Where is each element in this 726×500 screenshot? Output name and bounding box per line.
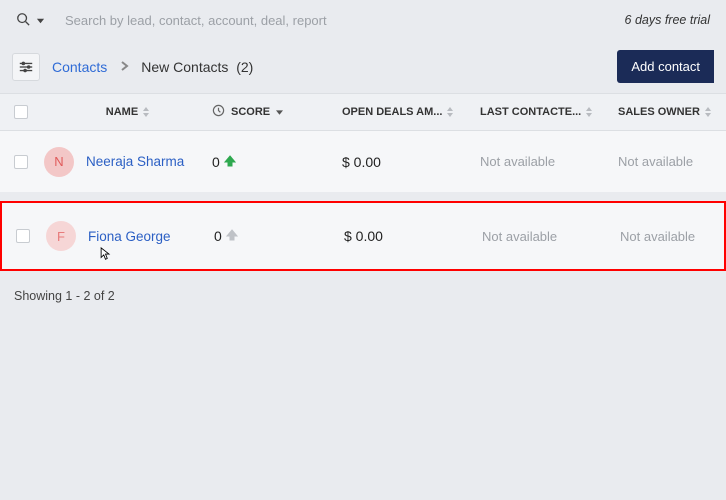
table-row[interactable]: NNeeraja Sharma0$ 0.00Not availableNot a… bbox=[0, 131, 726, 193]
sort-icon bbox=[446, 107, 454, 117]
pagination-summary: Showing 1 - 2 of 2 bbox=[0, 277, 726, 315]
open-deals-amount: $ 0.00 bbox=[344, 228, 482, 244]
last-contacted: Not available bbox=[482, 229, 610, 244]
breadcrumb-count: (2) bbox=[236, 59, 253, 75]
column-sales-owner[interactable]: SALES OWNER bbox=[608, 106, 726, 118]
sort-icon bbox=[704, 107, 712, 117]
column-name[interactable]: NAME bbox=[44, 106, 212, 118]
trial-text: 6 days free trial bbox=[625, 13, 710, 27]
column-score-label: SCORE bbox=[231, 106, 270, 118]
search-area[interactable]: Search by lead, contact, account, deal, … bbox=[16, 12, 327, 29]
row-checkbox[interactable] bbox=[16, 229, 30, 243]
table-row[interactable]: FFiona George0$ 0.00Not availableNot ava… bbox=[0, 201, 726, 271]
sales-owner: Not available bbox=[610, 229, 724, 244]
score-cell: 0 bbox=[214, 228, 344, 244]
select-all-checkbox[interactable] bbox=[14, 105, 28, 119]
sort-icon bbox=[585, 107, 593, 117]
last-contacted: Not available bbox=[480, 154, 608, 169]
header-checkbox-cell bbox=[14, 105, 44, 119]
avatar: N bbox=[44, 147, 74, 177]
breadcrumb-contacts-link[interactable]: Contacts bbox=[52, 59, 107, 75]
breadcrumb-row: Contacts New Contacts (2) Add contact bbox=[0, 40, 726, 93]
score-circle-icon bbox=[212, 104, 225, 120]
name-cell: F Fiona George bbox=[46, 221, 214, 251]
avatar: F bbox=[46, 221, 76, 251]
column-name-label: NAME bbox=[106, 106, 138, 118]
column-deals-label: OPEN DEALS AM... bbox=[342, 106, 442, 118]
search-icon bbox=[16, 12, 30, 29]
breadcrumb-current-label: New Contacts bbox=[141, 59, 228, 75]
score-value: 0 bbox=[214, 228, 222, 244]
search-placeholder: Search by lead, contact, account, deal, … bbox=[65, 13, 327, 28]
column-last-label: LAST CONTACTE... bbox=[480, 106, 581, 118]
arrow-up-icon bbox=[224, 154, 236, 170]
table-rows: NNeeraja Sharma0$ 0.00Not availableNot a… bbox=[0, 131, 726, 271]
row-checkbox[interactable] bbox=[14, 155, 28, 169]
column-score[interactable]: SCORE bbox=[212, 104, 342, 120]
caret-down-icon bbox=[36, 13, 45, 28]
score-value: 0 bbox=[212, 154, 220, 170]
arrow-up-icon bbox=[226, 228, 238, 244]
contact-name-link[interactable]: Fiona George bbox=[88, 229, 171, 244]
row-checkbox-cell bbox=[16, 229, 46, 243]
breadcrumb-current: New Contacts (2) bbox=[141, 59, 253, 75]
caret-down-icon bbox=[276, 106, 283, 118]
sort-icon bbox=[142, 107, 150, 117]
name-cell: N Neeraja Sharma bbox=[44, 147, 212, 177]
top-bar: Search by lead, contact, account, deal, … bbox=[0, 0, 726, 40]
column-owner-label: SALES OWNER bbox=[618, 106, 700, 118]
add-contact-button[interactable]: Add contact bbox=[617, 50, 714, 83]
table-header: NAME SCORE OPEN DEALS AM... LAST CONTACT… bbox=[0, 93, 726, 131]
sales-owner: Not available bbox=[608, 154, 726, 169]
score-cell: 0 bbox=[212, 154, 342, 170]
open-deals-amount: $ 0.00 bbox=[342, 154, 480, 170]
filter-toggle-button[interactable] bbox=[12, 53, 40, 81]
column-last-contacted[interactable]: LAST CONTACTE... bbox=[480, 106, 608, 118]
contact-name-link[interactable]: Neeraja Sharma bbox=[86, 154, 184, 169]
row-checkbox-cell bbox=[14, 155, 44, 169]
column-deals[interactable]: OPEN DEALS AM... bbox=[342, 106, 480, 118]
chevron-right-icon bbox=[119, 59, 129, 74]
